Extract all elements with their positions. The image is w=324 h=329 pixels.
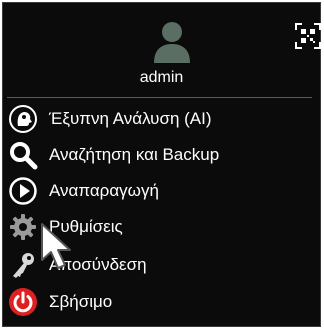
header-divider — [7, 97, 312, 98]
menu-item-label: Αναπαραγωγή — [49, 181, 159, 200]
menu-item-search-backup[interactable]: Αναζήτηση και Backup — [7, 138, 307, 172]
play-icon — [7, 175, 39, 207]
menu-item-logout[interactable]: Αποσύνδεση — [7, 248, 307, 282]
search-icon — [7, 139, 39, 171]
ai-head-icon — [7, 103, 39, 135]
user-header: admin — [3, 3, 321, 95]
menu-item-smart-analysis[interactable]: Έξυπνη Ανάλυση (AI) — [7, 102, 307, 136]
menu-item-shutdown[interactable]: Σβήσιμο — [7, 285, 307, 319]
gear-icon — [7, 211, 39, 243]
menu-item-playback[interactable]: Αναπαραγωγή — [7, 174, 307, 208]
menu-item-label: Αποσύνδεση — [49, 255, 147, 274]
menu-item-label: Ρυθμίσεις — [49, 217, 123, 236]
user-menu-panel: admin Έξυπνη Ανάλυση (AI) Αναζήτηση και … — [2, 2, 321, 327]
menu-item-label: Αναζήτηση και Backup — [49, 145, 220, 164]
menu-item-settings[interactable]: Ρυθμίσεις — [7, 210, 307, 244]
key-icon — [7, 249, 39, 281]
power-icon — [7, 286, 39, 318]
menu-item-label: Έξυπνη Ανάλυση (AI) — [49, 109, 212, 128]
qr-code-icon[interactable] — [295, 23, 321, 49]
menu-item-label: Σβήσιμο — [49, 292, 113, 311]
user-avatar-icon — [154, 22, 190, 63]
username-label: admin — [139, 69, 184, 86]
